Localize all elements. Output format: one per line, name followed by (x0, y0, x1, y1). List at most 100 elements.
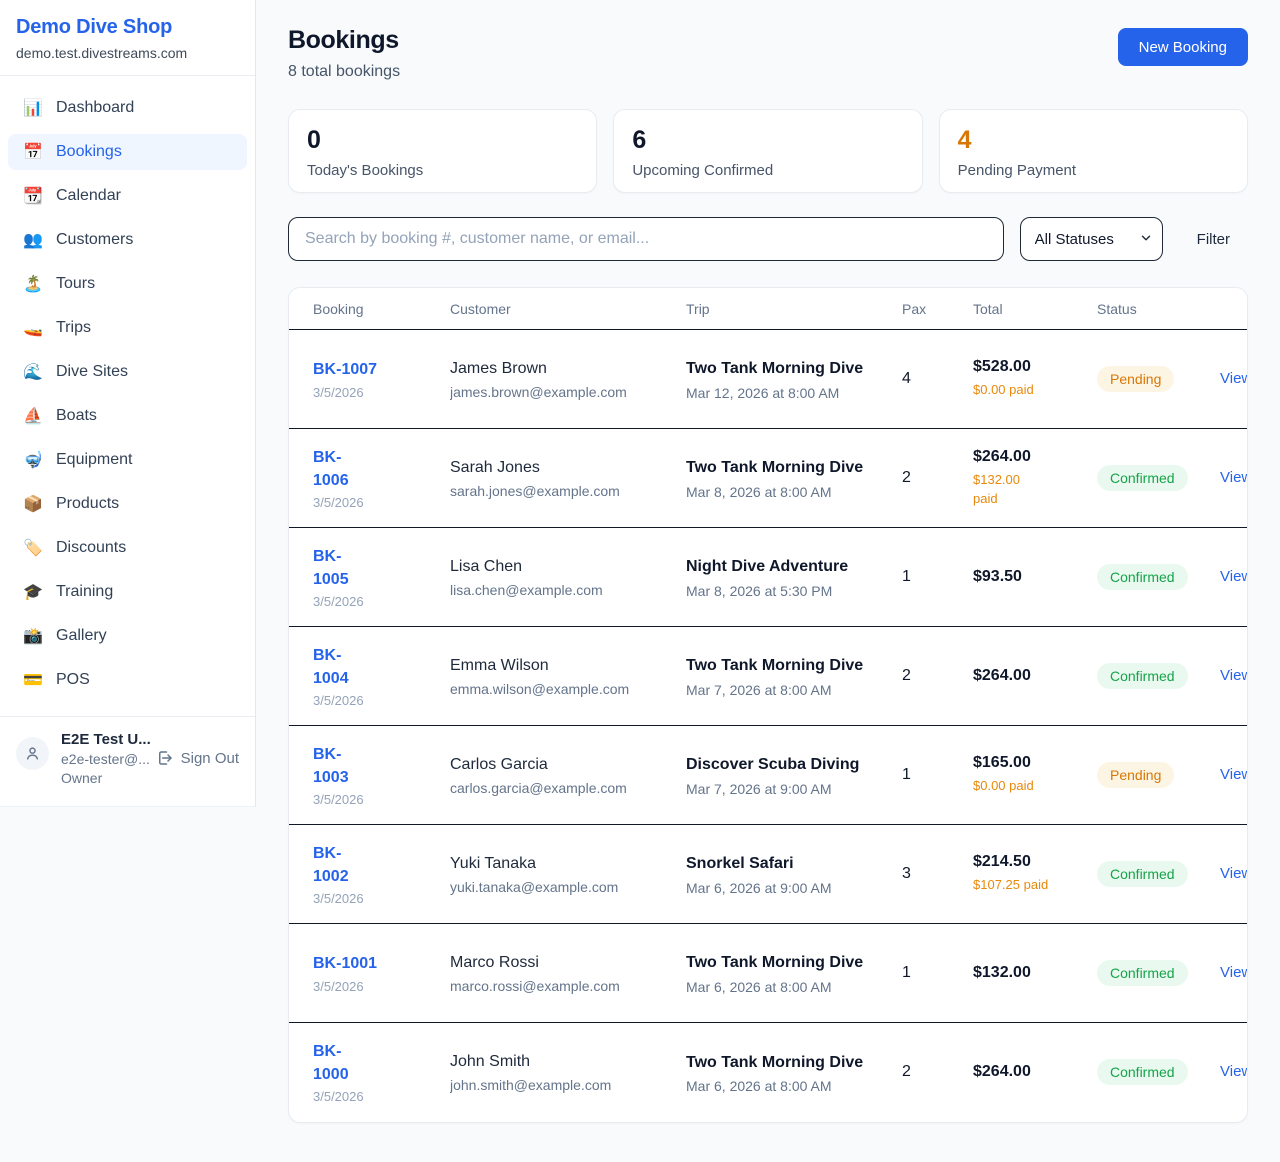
view-link[interactable]: View (1220, 469, 1248, 486)
trip-name: Two Tank Morning Dive (686, 1051, 864, 1074)
sidebar-item-trips[interactable]: 🚤 Trips (8, 310, 247, 346)
total-amount: $264.00 (973, 1063, 1059, 1081)
customer-email: james.brown@example.com (450, 384, 648, 400)
trip-name: Discover Scuba Diving (686, 753, 864, 776)
customer-email: emma.wilson@example.com (450, 681, 648, 697)
booking-id-link[interactable]: BK- 1005 (313, 545, 412, 591)
page-subtitle: 8 total bookings (288, 63, 400, 81)
booking-date: 3/5/2026 (313, 495, 412, 510)
products-icon: 📦 (22, 494, 44, 514)
customer-name: John Smith (450, 1051, 648, 1073)
sidebar-item-calendar[interactable]: 📆 Calendar (8, 178, 247, 214)
view-link[interactable]: View (1220, 568, 1248, 585)
user-icon (24, 745, 41, 762)
status-badge: Pending (1097, 366, 1174, 392)
sidebar-item-customers[interactable]: 👥 Customers (8, 222, 247, 258)
main-content: Bookings 8 total bookings New Booking 0 … (256, 0, 1280, 1123)
user-name: E2E Test U... (61, 731, 144, 748)
view-link[interactable]: View (1220, 964, 1248, 981)
stat-label: Pending Payment (958, 162, 1229, 179)
bookings-table: BookingCustomerTripPaxTotalStatus BK-100… (289, 288, 1247, 1122)
sidebar-item-label: Equipment (56, 451, 133, 469)
bookings-icon: 📅 (22, 142, 44, 162)
pos-icon: 💳 (22, 670, 44, 690)
trip-name: Night Dive Adventure (686, 555, 864, 578)
total-amount: $264.00 (973, 667, 1059, 685)
pax-count: 4 (902, 370, 911, 387)
booking-id-link[interactable]: BK- 1003 (313, 743, 412, 789)
bookings-table-card: BookingCustomerTripPaxTotalStatus BK-100… (288, 287, 1248, 1123)
customer-email: lisa.chen@example.com (450, 582, 648, 598)
trip-datetime: Mar 6, 2026 at 8:00 AM (686, 979, 864, 995)
customer-email: marco.rossi@example.com (450, 978, 648, 994)
booking-date: 3/5/2026 (313, 792, 412, 807)
booking-id-link[interactable]: BK- 1000 (313, 1040, 412, 1086)
view-link[interactable]: View (1220, 667, 1248, 684)
trip-datetime: Mar 6, 2026 at 9:00 AM (686, 880, 864, 896)
paid-amount: $132.00 paid (973, 470, 1059, 509)
pax-count: 3 (902, 865, 911, 882)
customer-email: john.smith@example.com (450, 1077, 648, 1093)
discounts-icon: 🏷️ (22, 538, 44, 558)
sidebar-item-boats[interactable]: ⛵ Boats (8, 398, 247, 434)
column-header: Trip (662, 288, 878, 330)
stat-label: Today's Bookings (307, 162, 578, 179)
trip-datetime: Mar 7, 2026 at 9:00 AM (686, 781, 864, 797)
column-header: Customer (426, 288, 662, 330)
new-booking-button[interactable]: New Booking (1118, 28, 1248, 66)
status-badge: Confirmed (1097, 564, 1188, 590)
training-icon: 🎓 (22, 582, 44, 602)
stat-label: Upcoming Confirmed (632, 162, 903, 179)
paid-amount: $107.25 paid (973, 875, 1059, 895)
paid-amount: $0.00 paid (973, 380, 1059, 400)
sidebar-item-products[interactable]: 📦 Products (8, 486, 247, 522)
sidebar-item-equipment[interactable]: 🤿 Equipment (8, 442, 247, 478)
status-badge: Confirmed (1097, 861, 1188, 887)
sidebar-item-dashboard[interactable]: 📊 Dashboard (8, 90, 247, 126)
sidebar-item-discounts[interactable]: 🏷️ Discounts (8, 530, 247, 566)
view-link[interactable]: View (1220, 370, 1248, 387)
search-input[interactable] (288, 217, 1004, 261)
view-link[interactable]: View (1220, 766, 1248, 783)
equipment-icon: 🤿 (22, 450, 44, 470)
sidebar-item-dive-sites[interactable]: 🌊 Dive Sites (8, 354, 247, 390)
table-row: BK- 1005 3/5/2026 Lisa Chen lisa.chen@ex… (289, 528, 1247, 627)
booking-date: 3/5/2026 (313, 385, 412, 400)
sidebar-item-label: Calendar (56, 187, 121, 205)
booking-id-link[interactable]: BK-1001 (313, 952, 412, 975)
table-row: BK- 1002 3/5/2026 Yuki Tanaka yuki.tanak… (289, 825, 1247, 924)
sidebar-item-label: Bookings (56, 143, 122, 161)
pax-count: 2 (902, 469, 911, 486)
booking-date: 3/5/2026 (313, 1089, 412, 1104)
booking-id-link[interactable]: BK- 1004 (313, 644, 412, 690)
trip-name: Two Tank Morning Dive (686, 951, 864, 974)
sidebar-item-bookings[interactable]: 📅 Bookings (8, 134, 247, 170)
sidebar-item-gallery[interactable]: 📸 Gallery (8, 618, 247, 654)
sidebar-item-pos[interactable]: 💳 POS (8, 662, 247, 698)
stat-card: 6 Upcoming Confirmed (613, 109, 922, 193)
gallery-icon: 📸 (22, 626, 44, 646)
view-link[interactable]: View (1220, 865, 1248, 882)
brand-domain: demo.test.divestreams.com (16, 45, 239, 61)
tours-icon: 🏝️ (22, 274, 44, 294)
sign-out-button[interactable]: Sign Out (156, 749, 239, 767)
table-row: BK-1007 3/5/2026 James Brown james.brown… (289, 330, 1247, 429)
view-link[interactable]: View (1220, 1063, 1248, 1080)
booking-id-link[interactable]: BK- 1006 (313, 446, 412, 492)
trip-datetime: Mar 12, 2026 at 8:00 AM (686, 385, 864, 401)
trip-datetime: Mar 6, 2026 at 8:00 AM (686, 1078, 864, 1094)
customer-name: Sarah Jones (450, 457, 648, 479)
customer-name: Emma Wilson (450, 655, 648, 677)
booking-id-link[interactable]: BK-1007 (313, 358, 412, 381)
customer-name: Yuki Tanaka (450, 853, 648, 875)
brand-title[interactable]: Demo Dive Shop (16, 16, 239, 39)
customer-email: yuki.tanaka@example.com (450, 879, 648, 895)
page-title: Bookings (288, 26, 400, 55)
sidebar-item-tours[interactable]: 🏝️ Tours (8, 266, 247, 302)
sidebar-item-training[interactable]: 🎓 Training (8, 574, 247, 610)
trip-name: Two Tank Morning Dive (686, 654, 864, 677)
status-select[interactable]: All Statuses (1020, 217, 1163, 261)
booking-id-link[interactable]: BK- 1002 (313, 842, 412, 888)
stat-card: 0 Today's Bookings (288, 109, 597, 193)
status-badge: Confirmed (1097, 960, 1188, 986)
